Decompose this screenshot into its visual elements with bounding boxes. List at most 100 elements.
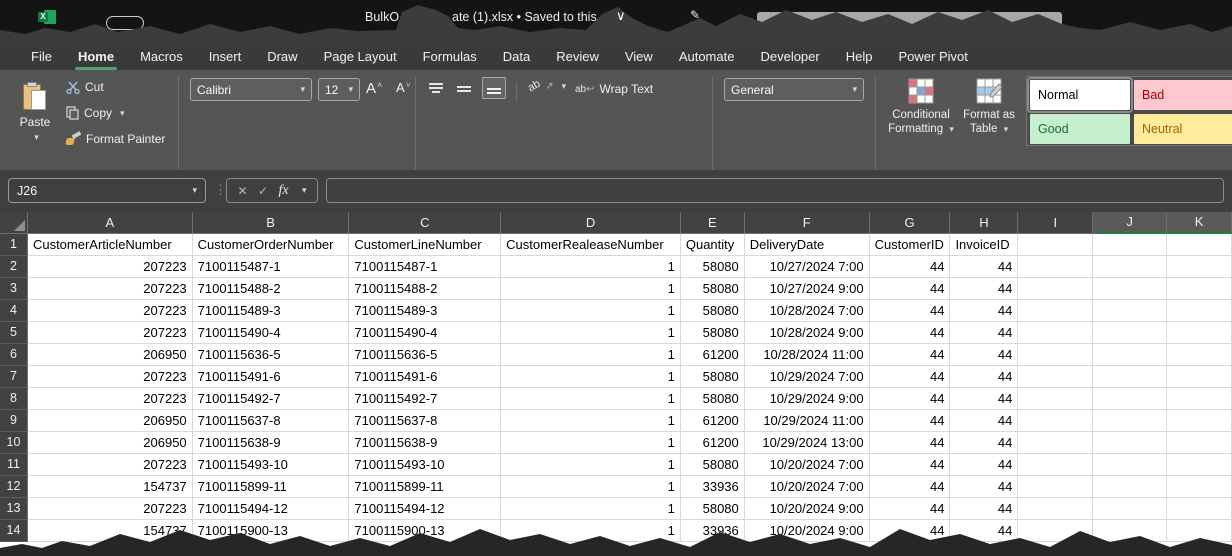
- cell-G10[interactable]: 44: [870, 432, 951, 454]
- cell-B7[interactable]: 7100115491-6: [193, 366, 350, 388]
- cell-K3[interactable]: [1167, 278, 1232, 300]
- name-box[interactable]: J26 ▾: [8, 178, 206, 203]
- cell-G8[interactable]: 44: [870, 388, 951, 410]
- column-header-G[interactable]: G: [870, 212, 951, 234]
- cell-J13[interactable]: [1093, 498, 1167, 520]
- cell-G14[interactable]: 44: [870, 520, 951, 542]
- style-good[interactable]: Good: [1030, 114, 1130, 144]
- cell-B10[interactable]: 7100115638-9: [193, 432, 350, 454]
- tab-data[interactable]: Data: [490, 44, 543, 69]
- cell-B4[interactable]: 7100115489-3: [193, 300, 350, 322]
- cell-H3[interactable]: 44: [950, 278, 1018, 300]
- cell-G6[interactable]: 44: [870, 344, 951, 366]
- cell-F8[interactable]: 10/29/2024 9:00: [745, 388, 870, 410]
- cell-A5[interactable]: 207223: [28, 322, 193, 344]
- column-header-C[interactable]: C: [349, 212, 501, 234]
- cell-H7[interactable]: 44: [950, 366, 1018, 388]
- cell-B8[interactable]: 7100115492-7: [193, 388, 350, 410]
- cell-I2[interactable]: [1018, 256, 1093, 278]
- cell-F11[interactable]: 10/20/2024 7:00: [745, 454, 870, 476]
- cell-I7[interactable]: [1018, 366, 1093, 388]
- cell-K10[interactable]: [1167, 432, 1232, 454]
- cell-E8[interactable]: 58080: [681, 388, 745, 410]
- row-header-3[interactable]: 3: [0, 278, 28, 300]
- tab-draw[interactable]: Draw: [254, 44, 310, 69]
- cell-B1[interactable]: CustomerOrderNumber: [193, 234, 350, 256]
- tab-review[interactable]: Review: [543, 44, 612, 69]
- cell-J3[interactable]: [1093, 278, 1167, 300]
- cell-F12[interactable]: 10/20/2024 7:00: [745, 476, 870, 498]
- cell-K8[interactable]: [1167, 388, 1232, 410]
- cell-K9[interactable]: [1167, 410, 1232, 432]
- tab-power-pivot[interactable]: Power Pivot: [885, 44, 980, 69]
- tab-view[interactable]: View: [612, 44, 666, 69]
- cell-F5[interactable]: 10/28/2024 9:00: [745, 322, 870, 344]
- cell-E4[interactable]: 58080: [681, 300, 745, 322]
- row-header-5[interactable]: 5: [0, 322, 28, 344]
- cell-C5[interactable]: 7100115490-4: [349, 322, 501, 344]
- cell-I9[interactable]: [1018, 410, 1093, 432]
- cell-E5[interactable]: 58080: [681, 322, 745, 344]
- row-header-6[interactable]: 6: [0, 344, 28, 366]
- cell-K11[interactable]: [1167, 454, 1232, 476]
- cell-E13[interactable]: 58080: [681, 498, 745, 520]
- cell-F14[interactable]: 10/20/2024 9:00: [745, 520, 870, 542]
- format-painter-button[interactable]: Format Painter: [66, 132, 165, 146]
- cell-H13[interactable]: 44: [950, 498, 1018, 520]
- cell-A11[interactable]: 207223: [28, 454, 193, 476]
- number-format-combo[interactable]: General ▾: [724, 78, 864, 101]
- cell-F2[interactable]: 10/27/2024 7:00: [745, 256, 870, 278]
- shrink-font-button[interactable]: A ˅: [396, 80, 411, 95]
- cell-G7[interactable]: 44: [870, 366, 951, 388]
- cell-C2[interactable]: 7100115487-1: [349, 256, 501, 278]
- align-middle-button[interactable]: [456, 82, 472, 96]
- cell-D14[interactable]: 1: [501, 520, 681, 542]
- cell-K4[interactable]: [1167, 300, 1232, 322]
- cell-J11[interactable]: [1093, 454, 1167, 476]
- insert-function-button[interactable]: fx: [278, 183, 288, 199]
- column-header-H[interactable]: H: [950, 212, 1018, 234]
- format-as-table-button[interactable]: Format as Table ▾: [958, 78, 1020, 137]
- cell-A10[interactable]: 206950: [28, 432, 193, 454]
- formula-input[interactable]: [326, 178, 1224, 203]
- cell-E2[interactable]: 58080: [681, 256, 745, 278]
- cell-G3[interactable]: 44: [870, 278, 951, 300]
- tab-page-layout[interactable]: Page Layout: [311, 44, 410, 69]
- cell-C11[interactable]: 7100115493-10: [349, 454, 501, 476]
- column-header-J[interactable]: J: [1093, 212, 1167, 234]
- row-header-1[interactable]: 1: [0, 234, 28, 256]
- cell-I11[interactable]: [1018, 454, 1093, 476]
- cell-B12[interactable]: 7100115899-11: [193, 476, 350, 498]
- cell-K12[interactable]: [1167, 476, 1232, 498]
- cell-C14[interactable]: 7100115900-13: [349, 520, 501, 542]
- row-header-9[interactable]: 9: [0, 410, 28, 432]
- cell-C3[interactable]: 7100115488-2: [349, 278, 501, 300]
- cell-K7[interactable]: [1167, 366, 1232, 388]
- cell-D4[interactable]: 1: [501, 300, 681, 322]
- cell-E6[interactable]: 61200: [681, 344, 745, 366]
- cell-C13[interactable]: 7100115494-12: [349, 498, 501, 520]
- cell-C1[interactable]: CustomerLineNumber: [349, 234, 501, 256]
- cell-F6[interactable]: 10/28/2024 11:00: [745, 344, 870, 366]
- align-top-button[interactable]: [428, 82, 444, 96]
- wrap-text-button[interactable]: ab↩ Wrap Text: [575, 82, 653, 96]
- cell-B9[interactable]: 7100115637-8: [193, 410, 350, 432]
- cell-B2[interactable]: 7100115487-1: [193, 256, 350, 278]
- cell-D10[interactable]: 1: [501, 432, 681, 454]
- cell-I1[interactable]: [1018, 234, 1093, 256]
- cell-B6[interactable]: 7100115636-5: [193, 344, 350, 366]
- cell-A7[interactable]: 207223: [28, 366, 193, 388]
- cell-C7[interactable]: 7100115491-6: [349, 366, 501, 388]
- align-bottom-button-selected[interactable]: [482, 77, 506, 99]
- cell-A4[interactable]: 207223: [28, 300, 193, 322]
- grow-font-button[interactable]: A ˄: [366, 80, 382, 97]
- select-all-corner[interactable]: [0, 212, 28, 234]
- cell-J6[interactable]: [1093, 344, 1167, 366]
- cell-F1[interactable]: DeliveryDate: [745, 234, 870, 256]
- style-bad[interactable]: Bad: [1134, 80, 1232, 110]
- cancel-icon[interactable]: ✕: [237, 184, 247, 198]
- cell-A1[interactable]: CustomerArticleNumber: [28, 234, 193, 256]
- cell-D11[interactable]: 1: [501, 454, 681, 476]
- cell-K13[interactable]: [1167, 498, 1232, 520]
- cell-G9[interactable]: 44: [870, 410, 951, 432]
